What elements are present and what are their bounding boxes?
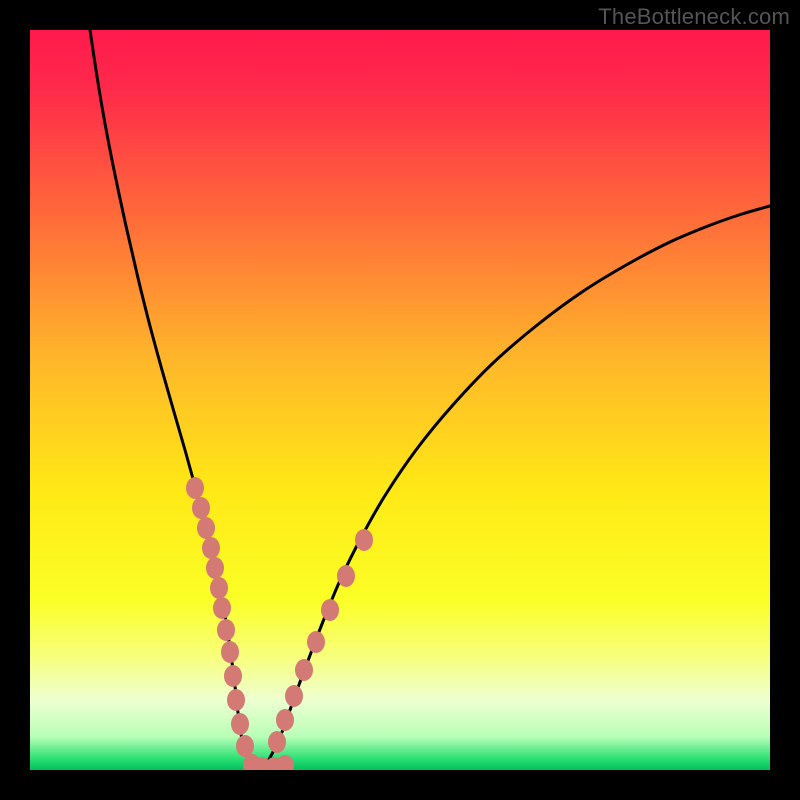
chart-frame: TheBottleneck.com <box>0 0 800 800</box>
plot-area <box>30 30 770 770</box>
marker-dot <box>236 735 254 757</box>
marker-dot <box>227 689 245 711</box>
marker-dot <box>217 619 235 641</box>
marker-dot <box>268 731 286 753</box>
marker-dot <box>210 577 228 599</box>
marker-dot <box>221 641 239 663</box>
marker-dot <box>206 557 224 579</box>
marker-dot <box>337 565 355 587</box>
marker-dot <box>355 529 373 551</box>
marker-dot <box>295 659 313 681</box>
marker-dot <box>307 631 325 653</box>
marker-dot <box>231 713 249 735</box>
marker-dot <box>213 597 231 619</box>
marker-dot <box>202 537 220 559</box>
right-curve <box>258 206 770 770</box>
marker-dot <box>276 755 294 770</box>
curve-layer <box>30 30 770 770</box>
highlight-markers <box>186 477 373 770</box>
marker-dot <box>276 709 294 731</box>
watermark-text: TheBottleneck.com <box>598 4 790 30</box>
marker-dot <box>192 497 210 519</box>
marker-dot <box>224 665 242 687</box>
marker-dot <box>186 477 204 499</box>
marker-dot <box>285 685 303 707</box>
marker-dot <box>197 517 215 539</box>
marker-dot <box>321 599 339 621</box>
